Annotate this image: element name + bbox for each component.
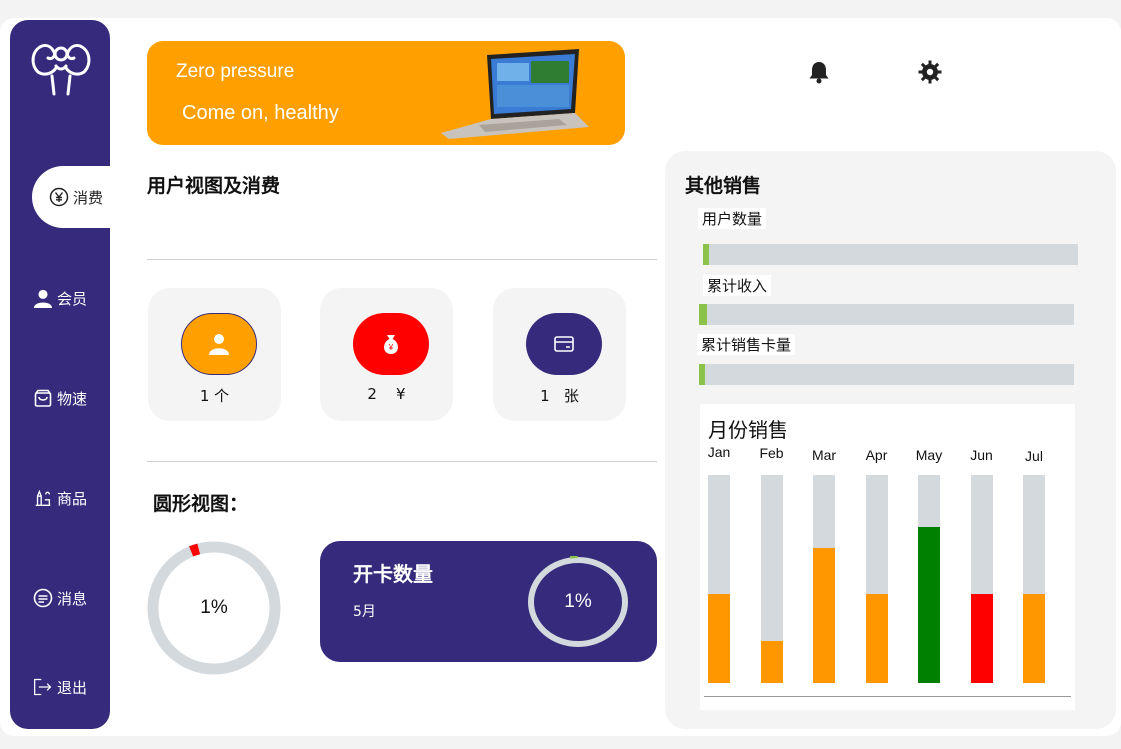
card-count-title: 开卡数量 [353, 562, 433, 586]
x-tick-label: Jan [707, 444, 731, 460]
progress-fill [699, 304, 707, 325]
bell-icon[interactable] [806, 59, 832, 85]
user-view-title: 用户视图及消费 [147, 175, 281, 197]
progress-label: 累计销售卡量 [697, 334, 796, 355]
other-sales-title: 其他销售 [685, 175, 762, 197]
sidebar-item-label: 消息 [56, 589, 87, 608]
card-icon [526, 313, 602, 375]
muscle-logo-icon [31, 44, 91, 96]
bar-jul[interactable] [1023, 593, 1045, 683]
progress-track-revenue [699, 304, 1074, 325]
card-count-panel[interactable]: 开卡数量 5月 1% [320, 541, 657, 662]
sidebar-item-member[interactable]: 会员 [10, 276, 110, 320]
bar-jun[interactable] [970, 593, 993, 683]
sidebar-item-label: 消费 [72, 188, 103, 207]
stat-card-cards[interactable]: 1 张 [493, 288, 626, 421]
bar-track [760, 475, 783, 683]
card-count-month: 5月 [353, 604, 376, 620]
progress-label: 用户数量 [698, 208, 767, 229]
bar-feb[interactable] [760, 641, 783, 683]
logout-icon [33, 677, 53, 697]
gear-icon[interactable] [917, 59, 943, 85]
stat-card-money[interactable]: ¥ 2 ¥ [320, 288, 453, 421]
bar-track [865, 475, 888, 683]
yen-icon [49, 187, 69, 207]
circle-view-title: 圆形视图： [153, 493, 249, 515]
progress-track-users [703, 244, 1078, 265]
x-tick-label: Apr [865, 447, 888, 463]
user-icon [33, 288, 53, 308]
laptop-image [441, 49, 589, 139]
promo-banner: Zero pressure Come on, healthy [147, 41, 625, 145]
banner-line1: Zero pressure [176, 61, 295, 82]
bar-track [1023, 475, 1045, 683]
stat-value: 1 张 [540, 387, 579, 405]
chart-title: 月份销售 [708, 418, 788, 442]
sidebar-item-label: 会员 [56, 289, 87, 308]
progress-track-cards [699, 364, 1074, 385]
x-tick-label: Jul [1025, 448, 1043, 464]
sidebar-item-message[interactable]: 消息 [10, 576, 110, 620]
bar-track [708, 475, 730, 683]
sidebar-item-logistics[interactable]: 物速 [10, 376, 110, 420]
bar-track [970, 475, 993, 683]
bar-track [813, 475, 835, 683]
monthly-sales-chart: 月份销售 Jan Feb Mar Apr May Jun Jul [700, 404, 1075, 710]
progress-fill [699, 364, 705, 385]
bar-mar[interactable] [813, 547, 835, 683]
ring-label: 1% [564, 591, 592, 612]
bar-apr[interactable] [865, 593, 888, 683]
bar-jan[interactable] [708, 593, 730, 683]
x-tick-label: Mar [811, 447, 837, 463]
progress-label: 累计收入 [703, 275, 772, 296]
bar-may[interactable] [918, 527, 940, 683]
money-bag-icon: ¥ [353, 313, 429, 375]
x-tick-label: Feb [759, 445, 784, 461]
divider [147, 461, 657, 462]
stat-value: 2 ¥ [367, 385, 406, 403]
progress-fill [703, 244, 709, 265]
user-icon [181, 313, 257, 375]
x-tick-label: Jun [970, 447, 993, 463]
banner-line2: Come on, healthy [182, 102, 339, 124]
stat-card-users[interactable]: 1 个 [148, 288, 281, 421]
x-tick-label: May [915, 447, 943, 463]
chart-baseline [704, 696, 1071, 697]
message-icon [33, 588, 53, 608]
goods-icon [33, 488, 53, 508]
sidebar-item-consumption[interactable]: 消费 [32, 166, 120, 228]
stat-value: 1 个 [199, 387, 230, 405]
donut-chart: 1% [146, 540, 282, 676]
divider [147, 259, 657, 260]
donut-label: 1% [200, 597, 228, 618]
sidebar-item-label: 退出 [56, 678, 87, 697]
sidebar: 消费 会员 物速 商品 消息 退出 [10, 20, 120, 729]
sidebar-item-logout[interactable]: 退出 [10, 665, 110, 709]
shopping-bag-icon [33, 388, 53, 408]
sidebar-item-label: 物速 [56, 389, 87, 408]
svg-text:¥: ¥ [388, 343, 394, 352]
sidebar-item-goods[interactable]: 商品 [10, 476, 110, 520]
bar-track [918, 475, 940, 683]
sidebar-item-label: 商品 [56, 489, 87, 508]
